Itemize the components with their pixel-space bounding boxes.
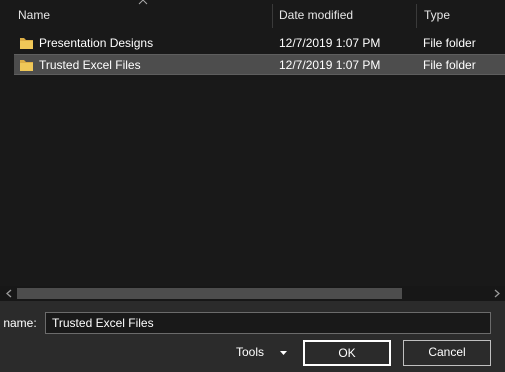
horizontal-scrollbar[interactable] [0,286,505,301]
file-type: File folder [423,36,476,50]
file-row-selected[interactable]: Trusted Excel Files 12/7/2019 1:07 PM Fi… [14,54,505,75]
file-name-label: r name: [0,316,37,330]
file-name: Presentation Designs [39,36,154,50]
scroll-right-icon[interactable] [489,286,505,301]
folder-icon [20,38,33,49]
column-divider[interactable] [416,4,417,28]
file-row[interactable]: Presentation Designs 12/7/2019 1:07 PM F… [14,33,505,54]
chevron-down-icon[interactable] [280,351,287,355]
file-name: Trusted Excel Files [39,58,141,72]
file-list[interactable]: Name Date modified Type Presentation Des… [0,0,505,286]
tools-menu[interactable]: Tools [236,344,264,360]
column-header: Name Date modified Type [0,0,505,30]
file-date-modified: 12/7/2019 1:07 PM [279,36,381,50]
dialog-footer: r name: Tools OK Cancel [0,301,505,372]
column-header-type[interactable]: Type [424,0,450,30]
file-type: File folder [423,58,476,72]
file-name-input[interactable] [45,312,491,334]
cancel-button[interactable]: Cancel [403,340,491,366]
sort-ascending-icon [138,0,148,5]
column-divider[interactable] [272,4,273,28]
column-header-name[interactable]: Name [18,0,50,30]
scrollbar-thumb[interactable] [17,288,402,299]
folder-icon [20,60,33,71]
save-dialog: Name Date modified Type Presentation Des… [0,0,505,372]
file-date-modified: 12/7/2019 1:07 PM [279,58,381,72]
column-header-date-modified[interactable]: Date modified [279,0,353,30]
ok-button[interactable]: OK [303,340,391,366]
scroll-left-icon[interactable] [1,286,17,301]
